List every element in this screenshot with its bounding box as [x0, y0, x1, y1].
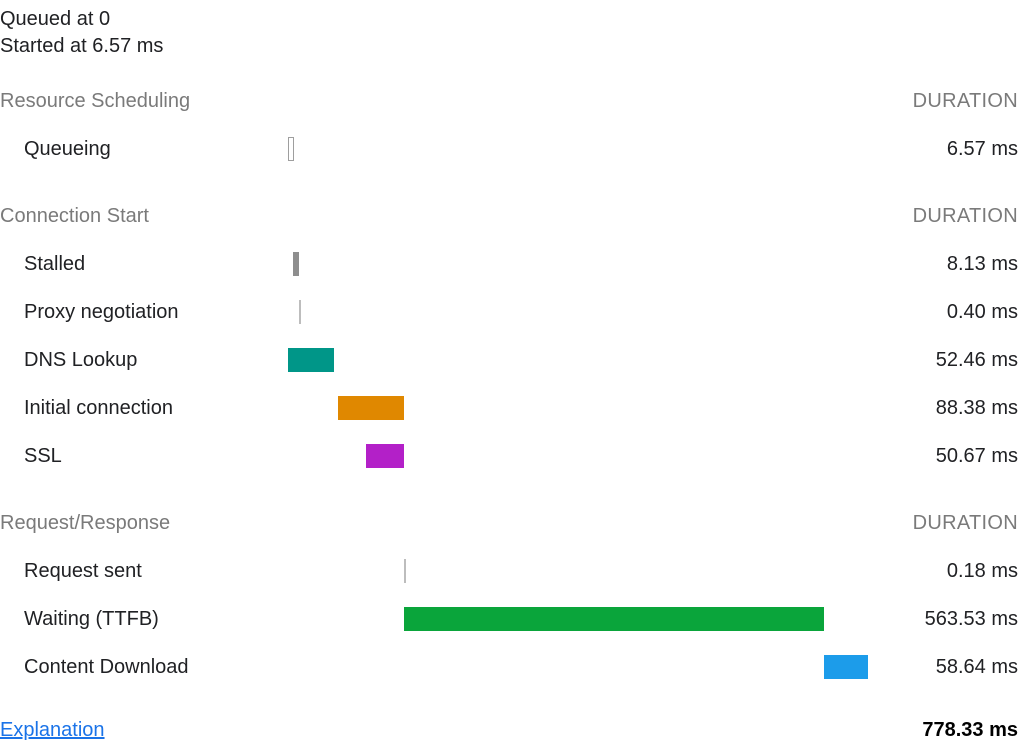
- bar-ssl: [366, 444, 404, 468]
- row-bar-area: [288, 655, 868, 679]
- queued-at-line: Queued at 0: [0, 8, 1018, 31]
- row-duration: 6.57 ms: [868, 138, 1018, 161]
- section-title: Connection Start: [0, 205, 149, 228]
- row-label: Stalled: [0, 253, 288, 276]
- section-connection-start: Connection Start DURATION Stalled 8.13 m…: [0, 205, 1018, 480]
- row-label: Request sent: [0, 560, 288, 583]
- row-proxy: Proxy negotiation 0.40 ms: [0, 288, 1018, 336]
- row-duration: 52.46 ms: [868, 349, 1018, 372]
- row-duration: 58.64 ms: [868, 656, 1018, 679]
- total-duration: 778.33 ms: [922, 719, 1018, 742]
- row-bar-area: [288, 252, 868, 276]
- row-label: Queueing: [0, 138, 288, 161]
- section-header: Resource Scheduling DURATION: [0, 90, 1018, 113]
- row-queueing: Queueing 6.57 ms: [0, 125, 1018, 173]
- row-ssl: SSL 50.67 ms: [0, 432, 1018, 480]
- bar-request-sent: [404, 559, 406, 583]
- row-download: Content Download 58.64 ms: [0, 643, 1018, 691]
- duration-col-header: DURATION: [913, 90, 1018, 113]
- section-request-response: Request/Response DURATION Request sent 0…: [0, 512, 1018, 691]
- section-resource-scheduling: Resource Scheduling DURATION Queueing 6.…: [0, 90, 1018, 173]
- row-label: Proxy negotiation: [0, 301, 288, 324]
- row-dns: DNS Lookup 52.46 ms: [0, 336, 1018, 384]
- row-bar-area: [288, 300, 868, 324]
- section-title: Resource Scheduling: [0, 90, 190, 113]
- duration-col-header: DURATION: [913, 512, 1018, 535]
- row-duration: 0.18 ms: [868, 560, 1018, 583]
- row-duration: 0.40 ms: [868, 301, 1018, 324]
- bar-proxy: [299, 300, 301, 324]
- row-duration: 50.67 ms: [868, 445, 1018, 468]
- row-duration: 88.38 ms: [868, 397, 1018, 420]
- bar-stalled: [293, 252, 299, 276]
- row-stalled: Stalled 8.13 ms: [0, 240, 1018, 288]
- duration-col-header: DURATION: [913, 205, 1018, 228]
- row-initial: Initial connection 88.38 ms: [0, 384, 1018, 432]
- row-label: DNS Lookup: [0, 349, 288, 372]
- started-at-line: Started at 6.57 ms: [0, 35, 1018, 58]
- bar-dns: [288, 348, 334, 372]
- bar-initial: [338, 396, 404, 420]
- bar-queueing: [288, 137, 294, 161]
- row-label: Initial connection: [0, 397, 288, 420]
- row-label: SSL: [0, 445, 288, 468]
- section-header: Connection Start DURATION: [0, 205, 1018, 228]
- explanation-link[interactable]: Explanation: [0, 719, 105, 742]
- row-bar-area: [288, 607, 868, 631]
- section-title: Request/Response: [0, 512, 170, 535]
- bar-download: [824, 655, 868, 679]
- row-bar-area: [288, 396, 868, 420]
- row-bar-area: [288, 348, 868, 372]
- row-request-sent: Request sent 0.18 ms: [0, 547, 1018, 595]
- bar-waiting: [404, 607, 824, 631]
- row-bar-area: [288, 137, 868, 161]
- row-waiting: Waiting (TTFB) 563.53 ms: [0, 595, 1018, 643]
- row-bar-area: [288, 444, 868, 468]
- row-duration: 8.13 ms: [868, 253, 1018, 276]
- row-label: Waiting (TTFB): [0, 608, 288, 631]
- row-label: Content Download: [0, 656, 288, 679]
- row-duration: 563.53 ms: [868, 608, 1018, 631]
- row-bar-area: [288, 559, 868, 583]
- section-header: Request/Response DURATION: [0, 512, 1018, 535]
- footer: Explanation 778.33 ms: [0, 719, 1018, 754]
